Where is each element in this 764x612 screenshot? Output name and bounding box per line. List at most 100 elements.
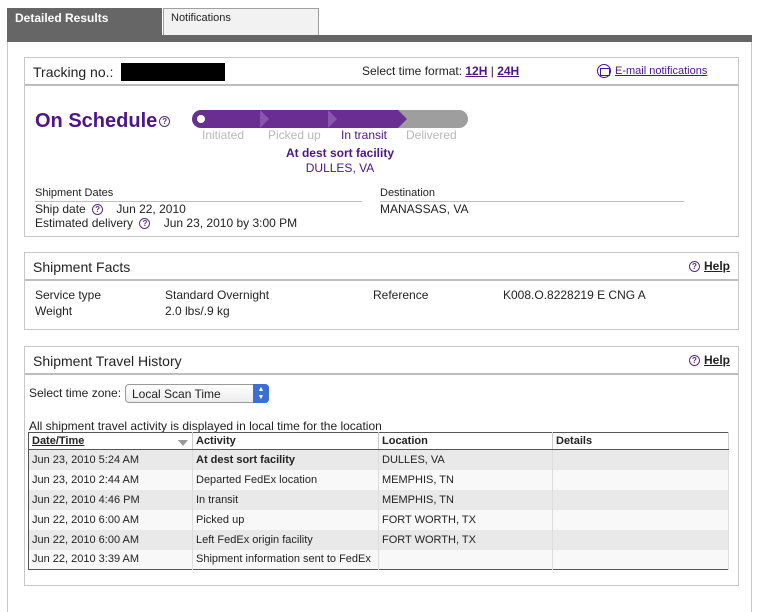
shipment-status: On Schedule? — [35, 110, 174, 133]
column-header-activity: Activity — [192, 432, 379, 450]
reference-value: K008.O.8228219 E CNG A — [503, 288, 646, 302]
service-type-label: Service type — [35, 288, 102, 302]
cell-datetime: Jun 23, 2010 5:24 AM — [28, 449, 193, 470]
column-header-datetime[interactable]: Date/Time — [28, 432, 193, 450]
ship-date-value: Jun 22, 2010 — [116, 202, 186, 216]
current-scan-status: At dest sort facility DULLES, VA — [265, 146, 415, 176]
service-type-value: Standard Overnight — [165, 288, 270, 302]
estimated-delivery-label: Estimated delivery — [35, 216, 134, 230]
column-header-details: Details — [552, 432, 729, 450]
cell-activity: Shipment information sent to FedEx — [192, 549, 379, 570]
cell-location: FORT WORTH, TX — [378, 509, 553, 530]
timezone-selected-value: Local Scan Time — [132, 387, 221, 401]
shipment-facts-title: Shipment Facts — [33, 259, 131, 275]
envelope-icon — [597, 64, 611, 78]
time-format-12h-link[interactable]: 12H — [465, 64, 487, 78]
progress-origin-dot — [197, 115, 205, 123]
estimated-delivery-value: Jun 23, 2010 by 3:00 PM — [163, 216, 298, 230]
help-question-icon[interactable]: ? — [92, 204, 104, 216]
table-row: Jun 23, 2010 5:24 AM At dest sort facilit… — [28, 449, 729, 470]
weight-value: 2.0 lbs/.9 kg — [165, 304, 230, 318]
cell-location: FORT WORTH, TX — [378, 529, 553, 550]
step-picked-up: Picked up — [268, 128, 321, 142]
cell-location — [378, 549, 553, 570]
weight-label: Weight — [35, 304, 73, 318]
step-initiated: Initiated — [202, 128, 245, 142]
shipment-facts-panel: Shipment Facts ? Help Service type Standa… — [24, 252, 739, 330]
sort-descending-icon — [178, 440, 188, 446]
table-row: Jun 22, 2010 3:39 AM Shipment information… — [28, 549, 729, 570]
travel-history-help-link[interactable]: ? Help — [688, 353, 730, 367]
cell-activity: At dest sort facility — [192, 449, 379, 470]
progress-step-arrow — [260, 110, 269, 128]
shipment-facts-header: Shipment Facts ? Help — [25, 253, 738, 281]
time-format-label: Select time format: — [362, 64, 463, 78]
cell-activity: In transit — [192, 489, 379, 510]
cell-datetime: Jun 22, 2010 6:00 AM — [28, 529, 193, 550]
current-activity: At dest sort facility — [285, 146, 395, 160]
tab-detailed-results[interactable]: Detailed Results — [7, 8, 162, 42]
shipment-facts-help-link[interactable]: ? Help — [688, 259, 730, 273]
cell-details — [552, 489, 729, 510]
timezone-note: All shipment travel activity is displaye… — [29, 419, 382, 433]
timezone-label: Select time zone: — [29, 386, 122, 400]
destination-heading: Destination — [380, 187, 684, 202]
progress-start-cap — [192, 110, 210, 128]
table-row: Jun 22, 2010 4:46 PM In transit MEMPHIS, T… — [28, 489, 729, 510]
time-format-24h-link[interactable]: 24H — [497, 64, 519, 78]
time-format-separator: | — [490, 64, 494, 78]
tab-notifications[interactable]: Notifications — [163, 8, 319, 35]
time-format-selector: Select time format: 12H | 24H — [362, 64, 519, 78]
tracking-number-redacted — [121, 63, 225, 81]
progress-completed-segment — [210, 110, 398, 128]
cell-location: MEMPHIS, TN — [378, 489, 553, 510]
email-notifications-label: E-mail notifications — [615, 64, 708, 77]
cell-datetime: Jun 22, 2010 4:46 PM — [28, 489, 193, 510]
status-text: On Schedule — [35, 110, 158, 132]
ship-date-row: Ship date ? Jun 22, 2010 — [35, 202, 186, 216]
cell-datetime: Jun 22, 2010 3:39 AM — [28, 549, 193, 570]
tab-underline — [162, 35, 752, 42]
tracking-summary-panel: Tracking no.: Select time format: 12H | … — [24, 57, 739, 237]
estimated-delivery-row: Estimated delivery ? Jun 23, 2010 by 3:0… — [35, 216, 297, 230]
travel-history-header: Shipment Travel History ? Help — [25, 347, 738, 375]
cell-details — [552, 469, 729, 490]
table-row: Jun 22, 2010 6:00 AM Left FedEx origin fa… — [28, 529, 729, 550]
shipment-progress-bar — [192, 110, 468, 128]
column-header-location: Location — [378, 432, 553, 450]
email-notifications-link[interactable]: E-mail notifications — [597, 64, 707, 78]
step-delivered: Delivered — [406, 128, 457, 142]
cell-details — [552, 509, 729, 530]
travel-history-panel: Shipment Travel History ? Help Select tim… — [24, 346, 739, 586]
cell-details — [552, 549, 729, 570]
help-question-icon: ? — [688, 355, 700, 367]
tracking-header: Tracking no.: Select time format: 12H | … — [25, 58, 738, 86]
ship-date-label: Ship date — [35, 202, 86, 216]
cell-datetime: Jun 23, 2010 2:44 AM — [28, 469, 193, 490]
help-question-icon[interactable]: ? — [159, 116, 171, 128]
table-row: Jun 22, 2010 6:00 AM Picked up FORT WORTH,… — [28, 509, 729, 530]
results-frame: Tracking no.: Select time format: 12H | … — [7, 42, 752, 612]
tab-bar: Detailed Results Notifications — [0, 0, 764, 42]
help-label: Help — [703, 353, 730, 367]
cell-datetime: Jun 22, 2010 6:00 AM — [28, 509, 193, 530]
travel-history-title: Shipment Travel History — [33, 353, 182, 369]
help-question-icon: ? — [688, 261, 700, 273]
cell-details — [552, 529, 729, 550]
column-header-datetime-label: Date/Time — [32, 435, 85, 447]
reference-label: Reference — [373, 288, 429, 302]
step-in-transit: In transit — [341, 128, 388, 142]
timezone-select[interactable]: Local Scan Time ▲ ▼ — [125, 384, 269, 403]
progress-step-arrow — [328, 110, 337, 128]
table-header-row: Date/Time Activity Location Details — [28, 432, 729, 450]
progress-step-arrow — [398, 110, 407, 128]
cell-activity: Left FedEx origin facility — [192, 529, 379, 550]
help-question-icon[interactable]: ? — [139, 218, 151, 230]
progress-end-cap — [450, 110, 468, 128]
cell-activity: Departed FedEx location — [192, 469, 379, 490]
cell-activity: Picked up — [192, 509, 379, 530]
select-stepper-icon: ▲ ▼ — [253, 384, 269, 403]
current-location: DULLES, VA — [305, 161, 375, 175]
cell-details — [552, 449, 729, 470]
destination-value: MANASSAS, VA — [380, 202, 469, 216]
